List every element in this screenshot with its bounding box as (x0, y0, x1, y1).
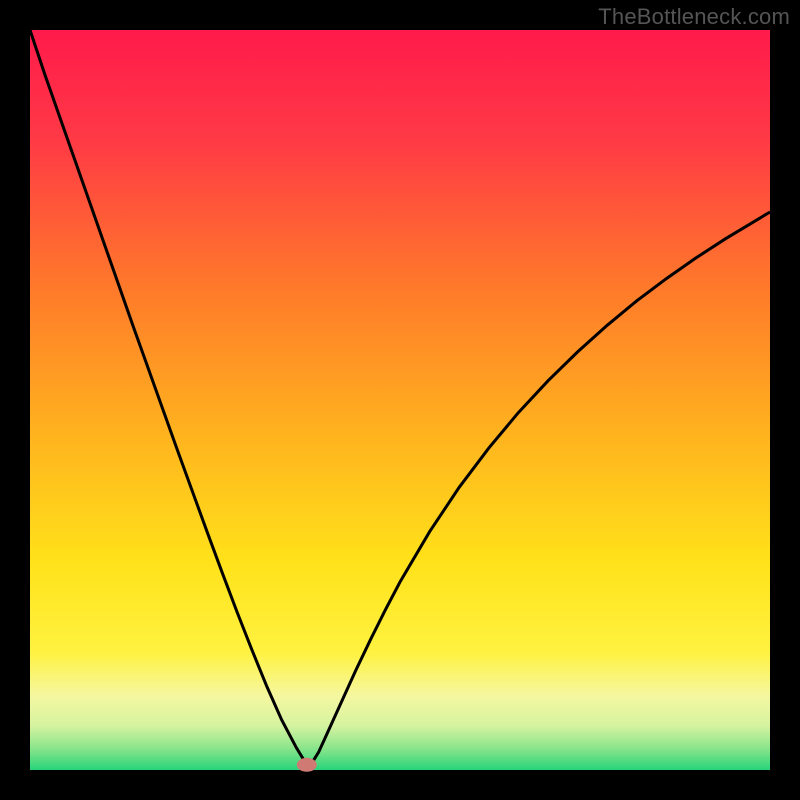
bottleneck-chart (0, 0, 800, 800)
watermark-text: TheBottleneck.com (598, 4, 790, 30)
chart-frame: TheBottleneck.com (0, 0, 800, 800)
optimum-marker (297, 758, 317, 772)
gradient-background (30, 30, 770, 770)
